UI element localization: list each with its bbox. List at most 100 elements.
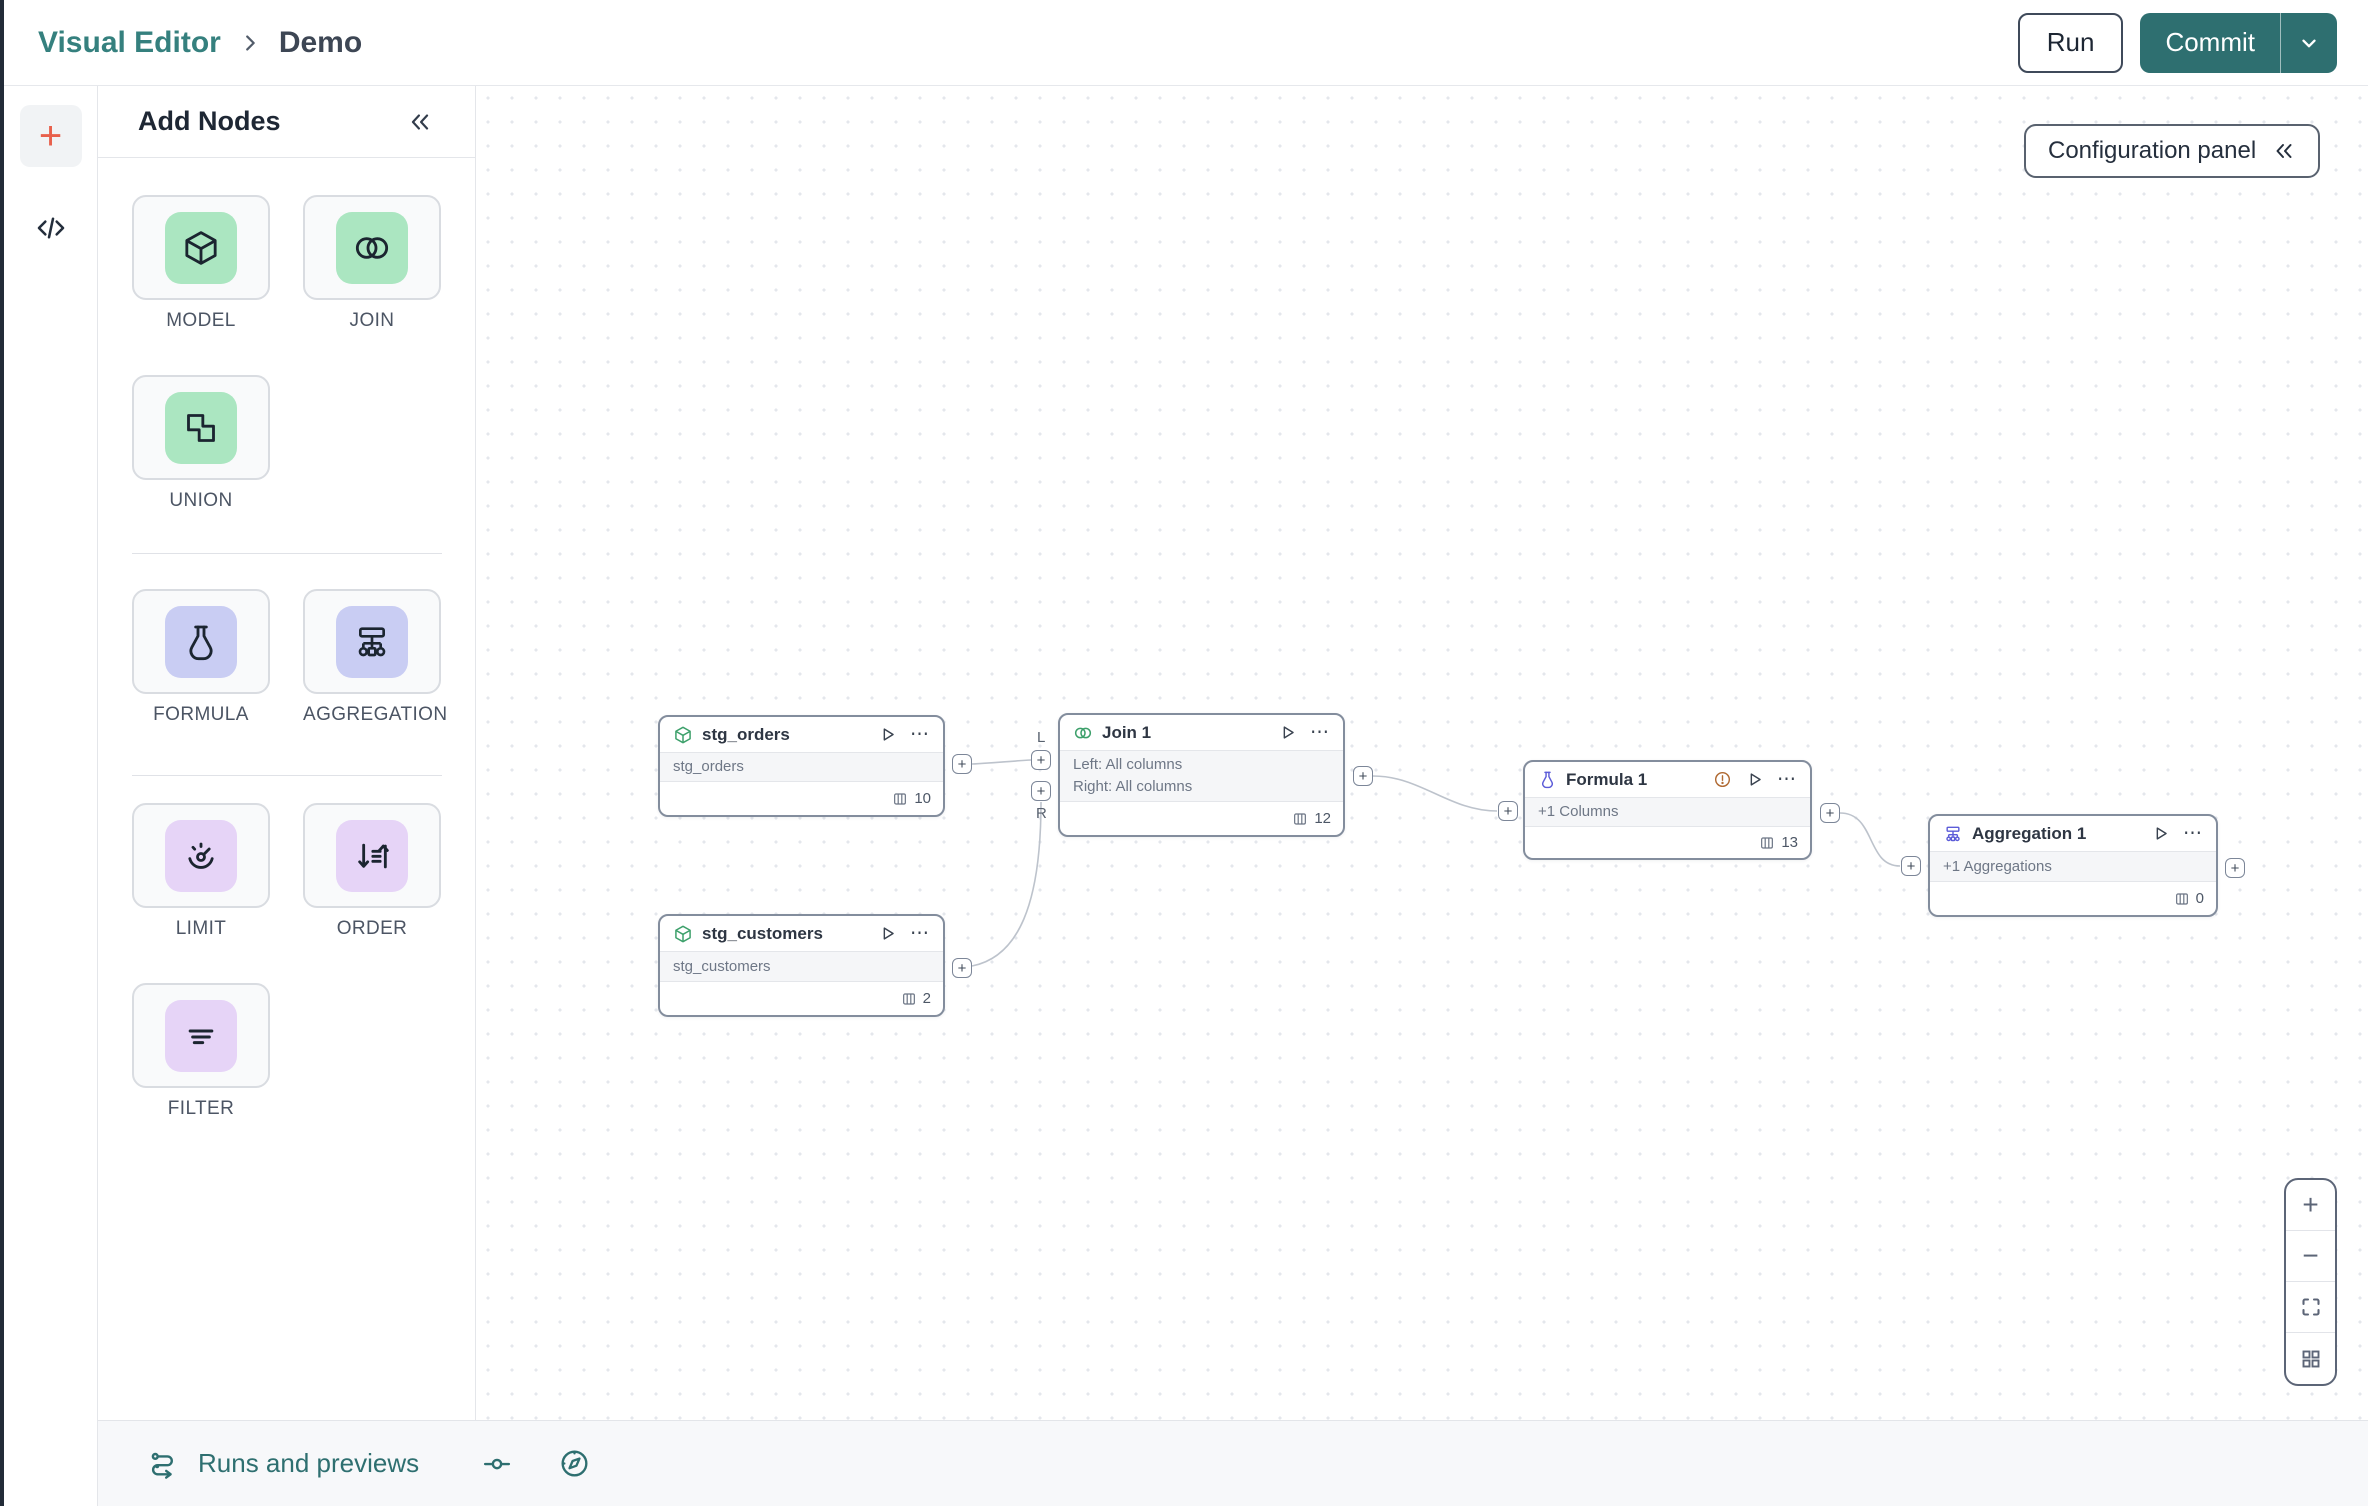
add-button[interactable]: +: [19, 105, 82, 167]
node-body-line: +1 Aggregations: [1943, 857, 2052, 875]
port-join-output[interactable]: +: [1353, 766, 1373, 786]
tile-box: [132, 803, 270, 908]
node-tile-filter[interactable]: FILTER: [132, 983, 270, 1120]
node-join-1[interactable]: Join 1 ⋯ Left: All columns Right: All co…: [1058, 713, 1345, 837]
zoom-out-button[interactable]: −: [2286, 1231, 2335, 1282]
flask-icon: [165, 605, 237, 678]
node-body: +1 Aggregations: [1930, 851, 2216, 882]
configuration-panel-button[interactable]: Configuration panel: [2024, 124, 2321, 178]
columns-icon: [2174, 891, 2190, 907]
port-stg-orders-output[interactable]: +: [952, 754, 972, 774]
port-formula-output[interactable]: +: [1820, 803, 1840, 823]
grid-icon: [2299, 1347, 2323, 1371]
node-title: stg_orders: [702, 724, 790, 744]
tile-box: [132, 195, 270, 300]
node-footer: 0: [1930, 882, 2216, 915]
node-body: +1 Columns: [1525, 797, 1810, 827]
column-count: 0: [2195, 890, 2204, 907]
node-tile-join[interactable]: JOIN: [303, 195, 441, 332]
chevron-down-icon: [2298, 32, 2320, 54]
play-icon[interactable]: [2151, 824, 2170, 843]
flask-icon: [1538, 770, 1557, 789]
zoom-in-button[interactable]: +: [2286, 1180, 2335, 1231]
port-aggregation-output[interactable]: +: [2225, 858, 2245, 878]
runs-and-previews-button[interactable]: Runs and previews: [147, 1448, 419, 1480]
node-body: stg_customers: [660, 951, 943, 982]
breadcrumb-current-page: Demo: [278, 25, 363, 59]
node-title: Join 1: [1102, 722, 1152, 742]
bottom-bar: Runs and previews: [98, 1420, 2368, 1506]
node-tile-model[interactable]: MODEL: [132, 195, 270, 332]
tile-box: [132, 589, 270, 694]
node-stg-customers[interactable]: stg_customers ⋯ stg_customers 2: [658, 914, 945, 1017]
columns-icon: [901, 991, 917, 1007]
port-join-left-input[interactable]: +: [1031, 750, 1051, 770]
grid-layout-button[interactable]: [2286, 1333, 2335, 1384]
more-menu-icon[interactable]: ⋯: [910, 924, 930, 943]
commit-button[interactable]: Commit: [2140, 13, 2280, 73]
port-aggregation-input[interactable]: +: [1901, 856, 1921, 876]
node-footer: 10: [660, 782, 943, 815]
node-body-line: stg_orders: [673, 758, 744, 775]
sort-arrows-icon: [336, 819, 408, 892]
join-right-port-label: R: [1036, 805, 1047, 822]
port-formula-input[interactable]: +: [1498, 801, 1518, 821]
join-circles-icon: [336, 211, 408, 284]
code-icon: [33, 211, 69, 245]
more-menu-icon[interactable]: ⋯: [1310, 723, 1330, 742]
tile-label: FILTER: [167, 1098, 235, 1119]
play-icon[interactable]: [878, 725, 897, 744]
node-header: Join 1 ⋯: [1060, 715, 1343, 750]
play-icon[interactable]: [1278, 723, 1297, 742]
node-aggregation-1[interactable]: Aggregation 1 ⋯ +1 Aggregations 0: [1928, 814, 2218, 917]
breadcrumb: Visual Editor Demo: [38, 26, 362, 60]
node-tile-limit[interactable]: LIMIT: [132, 803, 270, 940]
node-title: Formula 1: [1566, 769, 1648, 789]
chevron-double-left-icon: [2272, 139, 2296, 163]
node-body-line: +1 Columns: [1538, 803, 1619, 820]
code-view-button[interactable]: [33, 211, 69, 245]
plus-icon: +: [2302, 1189, 2319, 1220]
tile-label: UNION: [169, 490, 233, 511]
node-tile-formula[interactable]: FORMULA: [132, 589, 270, 726]
columns-icon: [892, 791, 908, 807]
play-icon[interactable]: [1745, 770, 1764, 789]
tile-label: LIMIT: [175, 918, 227, 939]
column-count: 10: [914, 790, 931, 807]
columns-icon: [1759, 835, 1775, 851]
panel-title: Add Nodes: [138, 106, 281, 136]
more-menu-icon[interactable]: ⋯: [1777, 770, 1797, 789]
run-button[interactable]: Run: [2017, 12, 2124, 73]
collapse-panel-button[interactable]: [407, 109, 433, 135]
node-header: stg_customers ⋯: [660, 916, 943, 951]
runs-route-icon: [147, 1448, 179, 1480]
node-tile-order[interactable]: ORDER: [303, 803, 441, 940]
commit-node-icon[interactable]: [482, 1449, 512, 1479]
more-menu-icon[interactable]: ⋯: [2183, 824, 2203, 843]
tile-label: AGGREGATION: [303, 704, 448, 725]
node-stg-orders[interactable]: stg_orders ⋯ stg_orders 10: [658, 715, 945, 817]
node-formula-1[interactable]: Formula 1 ⋯ +1 Columns 13: [1523, 760, 1812, 860]
port-stg-customers-output[interactable]: +: [952, 958, 972, 978]
breadcrumb-chevron-icon: [239, 32, 261, 54]
port-join-right-input[interactable]: +: [1031, 781, 1051, 801]
window-edge: [0, 0, 4, 1506]
breadcrumb-visual-editor-link[interactable]: Visual Editor: [38, 26, 221, 60]
node-footer: 2: [660, 982, 943, 1015]
node-header: stg_orders ⋯: [660, 717, 943, 752]
tile-box: [132, 375, 270, 480]
more-menu-icon[interactable]: ⋯: [910, 725, 930, 744]
add-nodes-panel: Add Nodes MODEL JOIN UNION FORMULA AGGRE…: [98, 86, 476, 1420]
column-count: 2: [922, 990, 931, 1007]
fit-view-button[interactable]: [2286, 1282, 2335, 1333]
cube-icon: [673, 725, 693, 745]
node-tile-union[interactable]: UNION: [132, 375, 270, 512]
node-footer: 13: [1525, 827, 1810, 858]
compass-icon[interactable]: [558, 1447, 591, 1480]
node-header: Formula 1 ⋯: [1525, 762, 1810, 797]
play-icon[interactable]: [878, 924, 897, 943]
node-tile-aggregation[interactable]: AGGREGATION: [303, 589, 448, 726]
node-body-line: Right: All columns: [1073, 778, 1193, 795]
commit-dropdown-button[interactable]: [2281, 13, 2337, 73]
runs-and-previews-label: Runs and previews: [198, 1448, 420, 1478]
